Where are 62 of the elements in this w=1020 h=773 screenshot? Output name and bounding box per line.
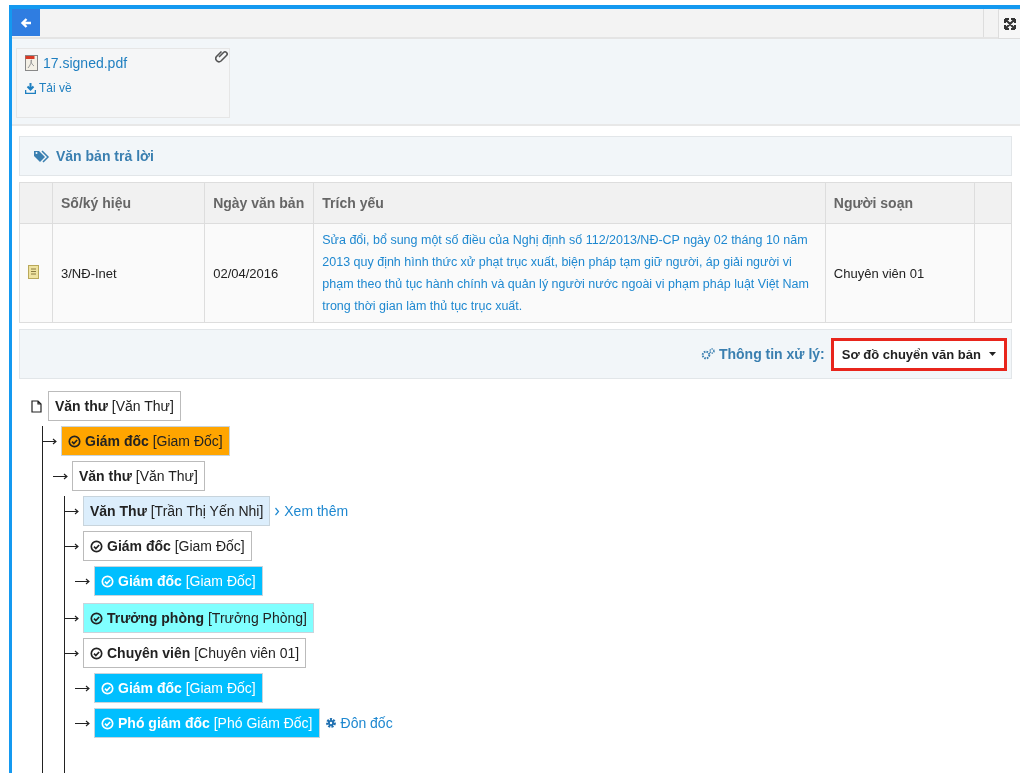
column-header: Ngày văn bản: [204, 182, 314, 224]
caret-icon: [989, 352, 996, 356]
back-arrow-icon: [20, 16, 32, 29]
pdf-file-icon: [25, 55, 38, 71]
table-cell: 02/04/2016: [204, 223, 314, 323]
gears-icon: [700, 348, 715, 360]
diagram-dropdown[interactable]: Sơ đồ chuyển văn bản: [830, 337, 1007, 371]
check-circle-icon: [90, 539, 103, 553]
table-cell: Chuyên viên 01: [825, 223, 975, 323]
arrow-icon: [53, 472, 69, 480]
node-label: Giám đốc [Giam Đốc]: [118, 680, 256, 696]
column-header: Số/ký hiệu: [52, 182, 205, 224]
check-circle-icon: [101, 574, 114, 588]
tree-node[interactable]: Chuyên viên [Chuyên viên 01]: [83, 638, 307, 668]
node-label: Trưởng phòng [Trưởng Phòng]: [107, 610, 307, 626]
arrow-icon: [64, 542, 80, 550]
download-icon: [25, 82, 36, 94]
table-cell: 3/NĐ-Inet: [52, 223, 205, 323]
arrow-icon: [42, 437, 58, 445]
node-label: Giám đốc [Giam Đốc]: [118, 573, 256, 589]
arrow-icon: [64, 649, 80, 657]
processing-label: Thông tin xử lý:: [700, 346, 825, 362]
document-icon: [28, 264, 39, 279]
section-title: Văn bản trả lời: [56, 148, 154, 164]
check-circle-icon: [101, 716, 114, 730]
file-link[interactable]: 17.signed.pdf: [25, 55, 221, 71]
tree-node[interactable]: Trưởng phòng [Trưởng Phòng]: [83, 603, 314, 633]
summary-link[interactable]: Sửa đổi, bổ sung một số điều của Nghị định số 112/2013/NĐ-CP ngày 02 tháng 10 năm 2013 quy định hình thức xử phạt trục xuất, biện pháp tạm giữ người, áp giải người vi phạm theo thủ tục hành chính và quản lý người nước ngoài vi phạm pháp luật Việt Nam trong thời gian làm thủ tục trục xuất.: [313, 223, 826, 323]
node-label: Văn thư [Văn Thư]: [79, 468, 198, 484]
tree-node[interactable]: Văn thư [Văn Thư]: [48, 391, 181, 421]
chevron-icon: [275, 506, 281, 516]
column-header: Người soạn: [825, 182, 975, 224]
check-circle-icon: [90, 646, 103, 660]
paperclip-icon: [215, 49, 229, 63]
tree-node[interactable]: Giám đốc [Giam Đốc]: [83, 531, 252, 561]
arrow-icon: [64, 507, 80, 515]
document-icon: [31, 399, 42, 413]
node-label: Giám đốc [Giam Đốc]: [107, 538, 245, 554]
arrow-icon: [75, 684, 91, 692]
tree-node[interactable]: Giám đốc [Giam Đốc]: [61, 426, 230, 456]
view-more-link[interactable]: Xem thêm: [275, 503, 349, 519]
tree-node[interactable]: Văn Thư [Trần Thị Yến Nhi]: [83, 496, 271, 526]
arrow-icon: [75, 719, 91, 727]
gear-icon: [324, 717, 337, 729]
back-button[interactable]: [12, 9, 40, 36]
node-label: Phó giám đốc [Phó Giám Đốc]: [118, 715, 313, 731]
expand-icon: [1003, 18, 1016, 30]
node-label: Văn Thư [Trần Thị Yến Nhi]: [90, 503, 264, 519]
column-header: Trích yếu: [313, 182, 826, 224]
tree-node[interactable]: Văn thư [Văn Thư]: [72, 461, 205, 491]
check-circle-icon: [90, 611, 103, 625]
node-label: Văn thư [Văn Thư]: [55, 398, 174, 414]
check-circle-icon: [101, 681, 114, 695]
arrow-icon: [75, 577, 91, 585]
check-circle-icon: [68, 434, 81, 448]
node-label: Giám đốc [Giam Đốc]: [85, 433, 223, 449]
remind-link[interactable]: Đôn đốc: [324, 715, 393, 731]
tags-icon: [34, 149, 50, 163]
download-link[interactable]: Tải về: [25, 81, 221, 95]
expand-button[interactable]: [998, 9, 1020, 39]
node-label: Chuyên viên [Chuyên viên 01]: [107, 645, 300, 661]
arrow-icon: [64, 614, 80, 622]
